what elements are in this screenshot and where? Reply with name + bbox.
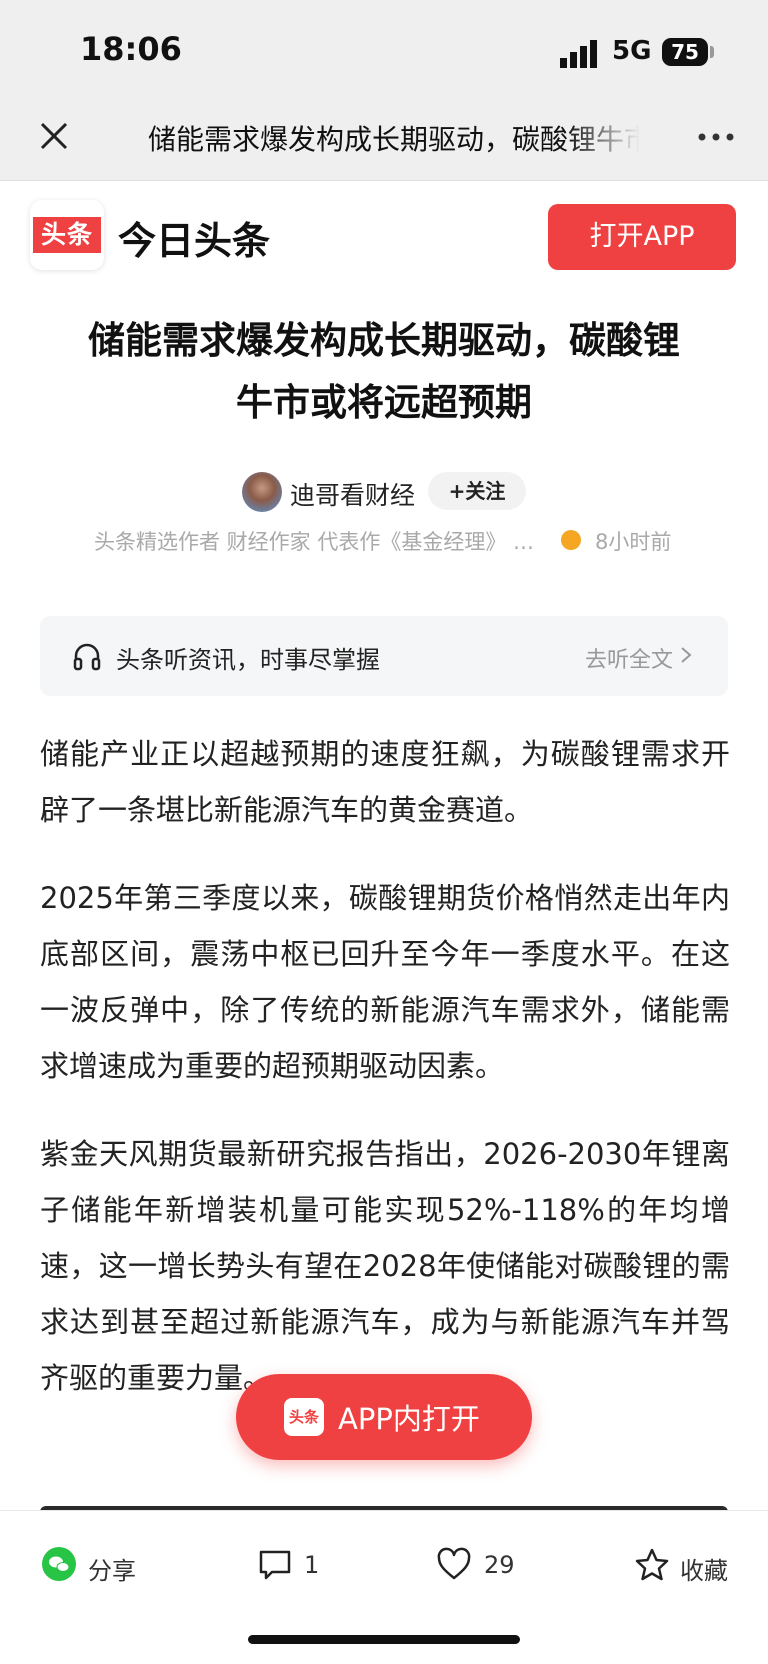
author-row: 迪哥看财经 +关注 bbox=[0, 470, 768, 520]
status-time: 18:06 bbox=[80, 30, 182, 68]
verified-badge-icon bbox=[561, 530, 581, 550]
author-meta: 头条精选作者 财经作家 代表作《基金经理》 … 8小时前 bbox=[0, 526, 768, 556]
brand-header: 头条 今日头条 打开APP bbox=[0, 180, 768, 290]
publish-time: 8小时前 bbox=[595, 530, 672, 554]
status-bar: 18:06 5G 75 bbox=[0, 0, 768, 100]
share-label: 分享 bbox=[88, 1557, 136, 1585]
headphone-icon bbox=[73, 643, 101, 671]
favorite-label: 收藏 bbox=[680, 1557, 728, 1585]
signal-icon bbox=[560, 40, 597, 68]
like-button[interactable]: 29 bbox=[436, 1547, 536, 1587]
author-name[interactable]: 迪哥看财经 bbox=[290, 476, 415, 512]
like-count: 29 bbox=[484, 1551, 515, 1579]
brand-name: 今日头条 bbox=[118, 219, 271, 263]
article-body: 储能产业正以超越预期的速度狂飙，为碳酸锂需求开辟了一条堪比新能源汽车的黄金赛道。… bbox=[40, 726, 730, 1438]
article-paragraph: 紫金天风期货最新研究报告指出，2026-2030年锂离子储能年新增装机量可能实现… bbox=[40, 1137, 730, 1395]
open-app-button[interactable]: 打开APP bbox=[548, 204, 736, 270]
battery-icon: 75 bbox=[662, 38, 708, 66]
listen-text: 头条听资讯，时事尽掌握 bbox=[116, 646, 380, 674]
home-indicator bbox=[248, 1635, 520, 1644]
avatar[interactable] bbox=[242, 472, 282, 512]
listen-full-link[interactable]: 去听全文 bbox=[585, 642, 673, 674]
wechat-icon bbox=[42, 1547, 76, 1581]
article-paragraph: 2025年第三季度以来，碳酸锂期货价格悄然走出年内底部区间，震荡中枢已回升至今年… bbox=[40, 881, 730, 1083]
comment-count: 1 bbox=[304, 1551, 320, 1579]
logo-text: 头条 bbox=[33, 217, 101, 253]
open-in-app-button[interactable]: 头条 APP内打开 bbox=[236, 1374, 532, 1460]
listen-bar[interactable]: 头条听资讯，时事尽掌握 去听全文 bbox=[40, 616, 728, 696]
heart-icon bbox=[437, 1547, 471, 1580]
nav-title: 储能需求爆发构成长期驱动，碳酸锂牛市或将远超预期 bbox=[148, 123, 640, 156]
open-in-app-label: APP内打开 bbox=[338, 1402, 480, 1436]
author-description: 头条精选作者 财经作家 代表作《基金经理》 … bbox=[94, 530, 535, 554]
toutiao-logo: 头条 bbox=[30, 200, 104, 270]
close-icon[interactable] bbox=[34, 116, 74, 156]
follow-button[interactable]: +关注 bbox=[428, 472, 526, 510]
bottom-action-bar: 分享 1 29 收藏 bbox=[0, 1510, 768, 1664]
comment-button[interactable]: 1 bbox=[258, 1547, 338, 1587]
article-paragraph: 储能产业正以超越预期的速度狂飙，为碳酸锂需求开辟了一条堪比新能源汽车的黄金赛道。 bbox=[40, 737, 730, 827]
article-headline: 储能需求爆发构成长期驱动，碳酸锂牛市或将远超预期 bbox=[88, 319, 680, 424]
chevron-right-icon bbox=[681, 647, 692, 663]
comment-icon bbox=[259, 1550, 291, 1580]
more-icon[interactable] bbox=[696, 130, 736, 144]
network-type: 5G bbox=[612, 36, 652, 66]
nav-bar: 储能需求爆发构成长期驱动，碳酸锂牛市或将远超预期 bbox=[0, 100, 768, 181]
toutiao-logo-icon: 头条 bbox=[284, 1398, 324, 1436]
star-icon bbox=[635, 1548, 669, 1581]
share-button[interactable]: 分享 bbox=[42, 1547, 142, 1587]
favorite-button[interactable]: 收藏 bbox=[634, 1547, 734, 1587]
battery-tip bbox=[710, 46, 714, 58]
